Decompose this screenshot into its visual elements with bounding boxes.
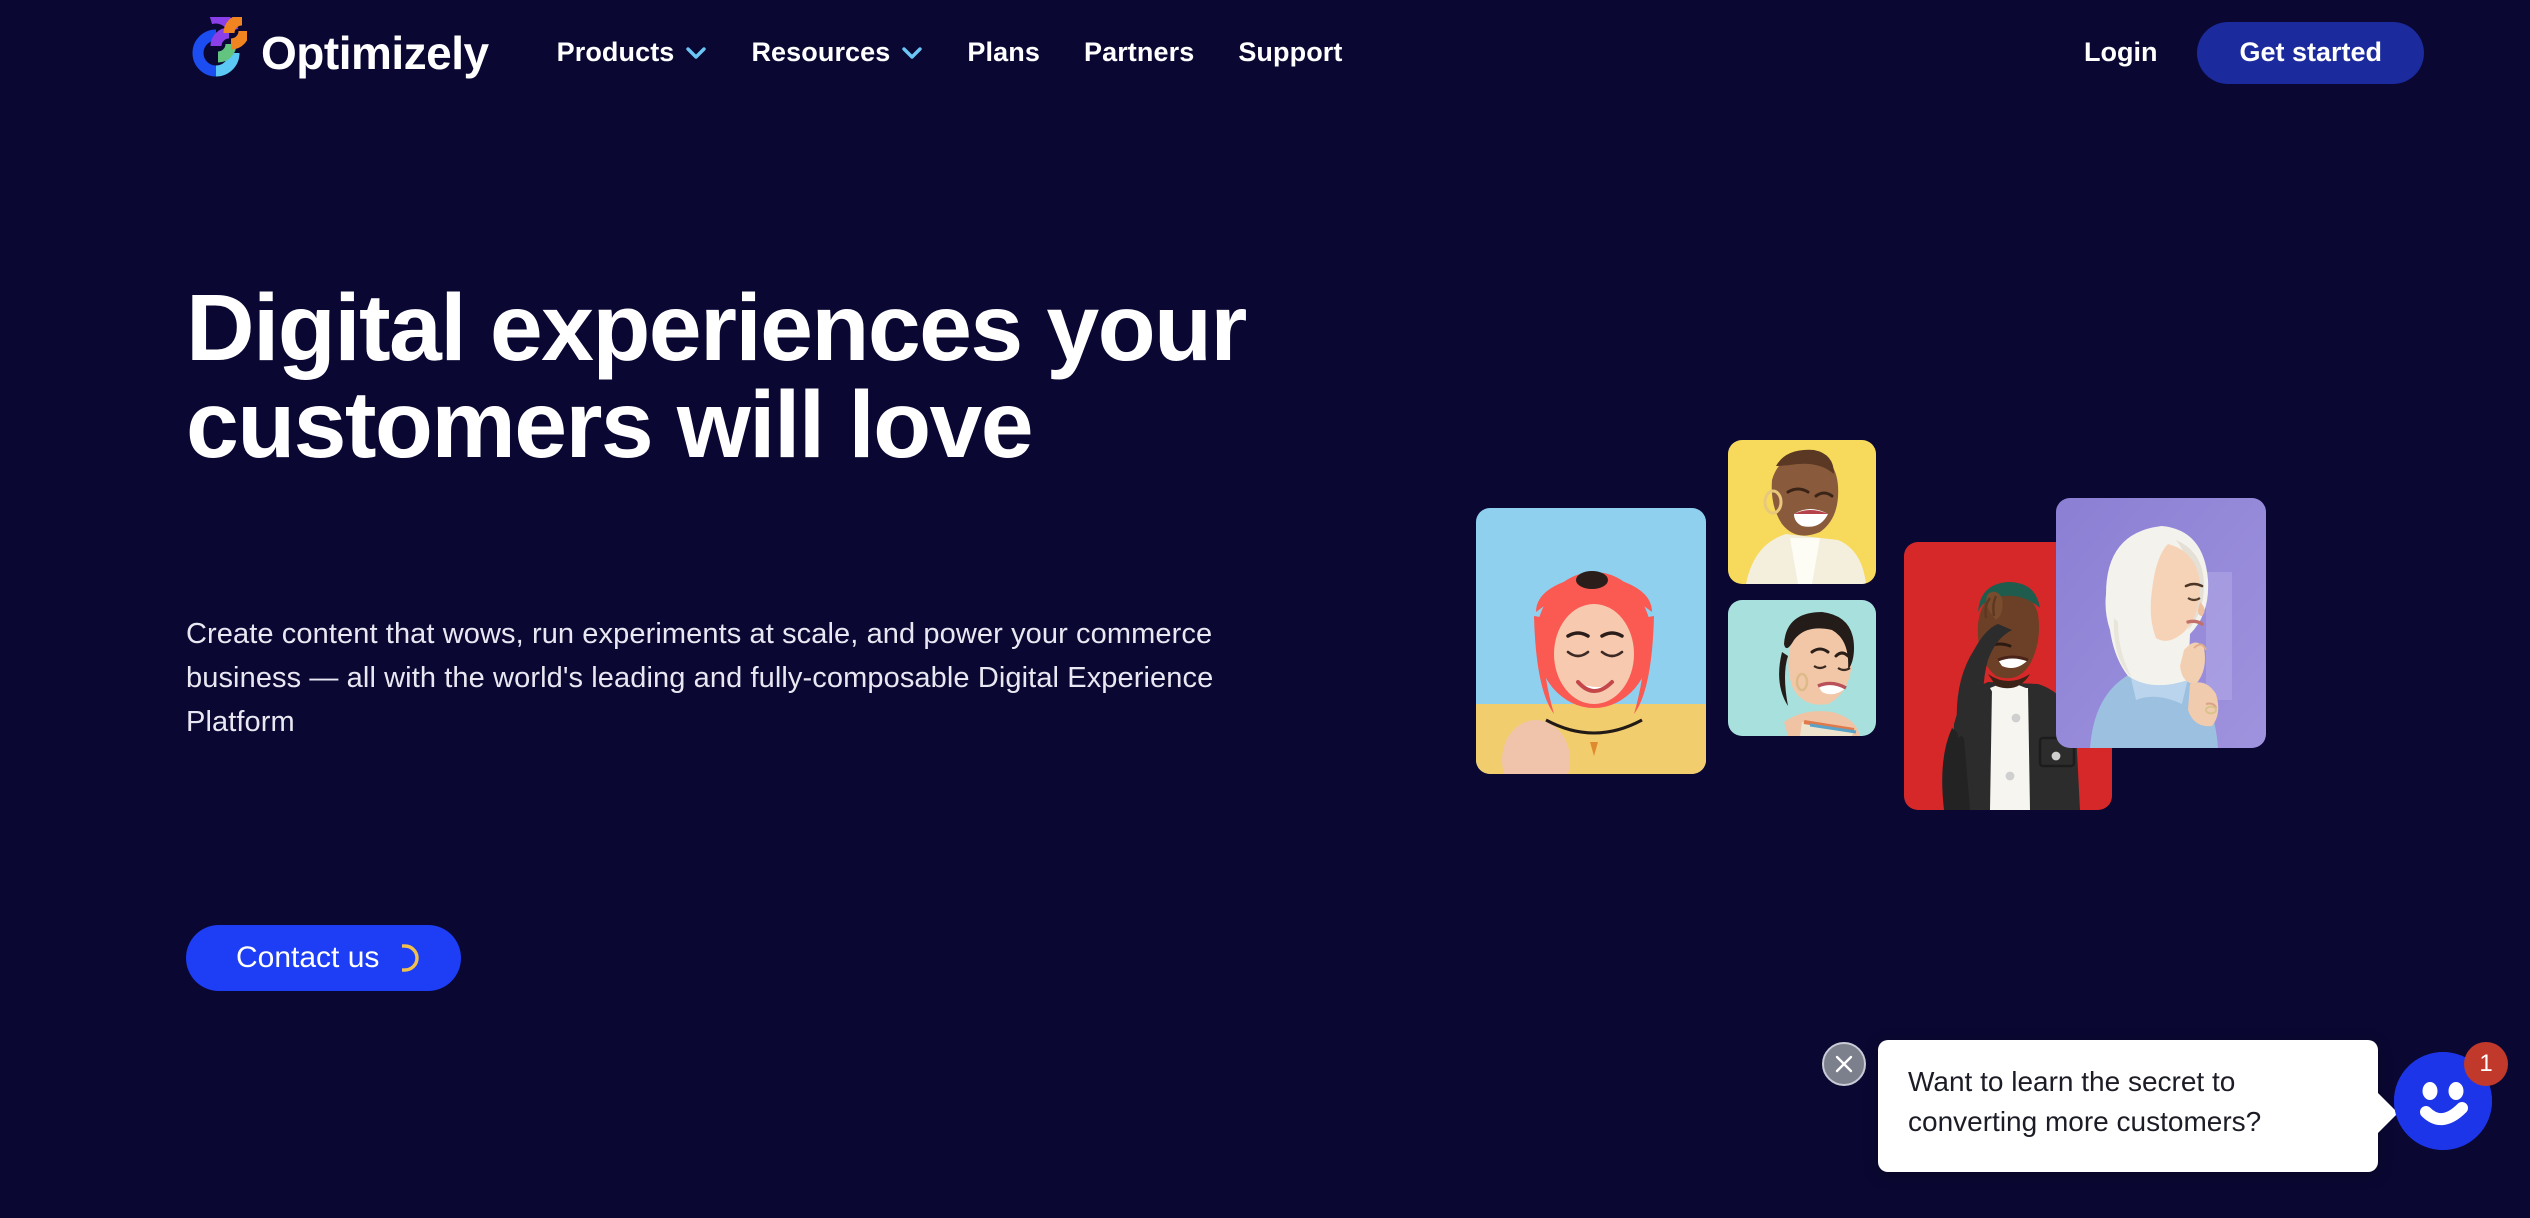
nav-item-plans[interactable]: Plans — [945, 27, 1062, 78]
hero-title-line-2: customers will love — [186, 371, 1034, 478]
hero-section: Digital experiences your customers will … — [186, 280, 1316, 991]
chat-widget: Want to learn the secret to converting m… — [1800, 1030, 2530, 1218]
photo-pink-hair-woman — [1476, 508, 1706, 774]
photo-smiling-woman-mint — [1728, 600, 1876, 736]
chat-message-bubble[interactable]: Want to learn the secret to converting m… — [1878, 1040, 2398, 1172]
photo-card-pink-hair-woman — [1476, 508, 1706, 774]
chat-unread-badge[interactable]: 1 — [2464, 1042, 2508, 1086]
hero-subtitle: Create content that wows, run experiment… — [186, 618, 1214, 739]
header-actions: Login Get started — [2084, 21, 2424, 84]
page-title: Digital experiences your customers will … — [186, 280, 1316, 474]
brand-logo-link[interactable]: Optimizely — [185, 16, 489, 89]
nav-item-label: Plans — [967, 37, 1040, 67]
chevron-down-icon — [902, 46, 923, 59]
nav-item-support[interactable]: Support — [1216, 27, 1364, 78]
photo-card-laughing-woman-yellow — [1728, 440, 1876, 584]
contact-us-button[interactable]: Contact us — [186, 925, 462, 991]
nav-item-label: Partners — [1083, 37, 1195, 67]
chat-close-button[interactable] — [1822, 1042, 1866, 1086]
nav-item-resources[interactable]: Resources — [729, 27, 945, 78]
nav-item-label: Products — [556, 37, 675, 67]
close-icon — [1835, 1055, 1853, 1073]
optimizely-logo-mark-icon — [192, 16, 247, 76]
primary-navigation: Products Resources Plans Partners Suppor… — [535, 27, 1365, 78]
chevron-down-icon — [686, 46, 707, 59]
nav-item-products[interactable]: Products — [535, 27, 730, 78]
site-header: Optimizely Products Resources Plans Part… — [0, 0, 2530, 105]
login-link[interactable]: Login — [2084, 37, 2157, 68]
hero-title-line-1: Digital experiences your — [186, 275, 1247, 381]
contact-us-label: Contact us — [236, 941, 380, 974]
nav-item-label: Resources — [751, 37, 891, 67]
photo-card-smiling-woman-mint — [1728, 600, 1876, 736]
nav-item-partners[interactable]: Partners — [1062, 27, 1216, 78]
arc-loader-icon — [402, 944, 420, 972]
brand-name: Optimizely — [261, 26, 489, 79]
photo-card-woman-hijab-purple — [2056, 498, 2266, 748]
chat-message-text: Want to learn the secret to converting m… — [1908, 1066, 2262, 1137]
hero-photo-collage — [1470, 440, 2380, 890]
photo-woman-hijab — [2056, 498, 2266, 748]
get-started-button[interactable]: Get started — [2197, 21, 2424, 84]
photo-laughing-woman — [1728, 440, 1876, 584]
nav-item-label: Support — [1238, 37, 1343, 67]
